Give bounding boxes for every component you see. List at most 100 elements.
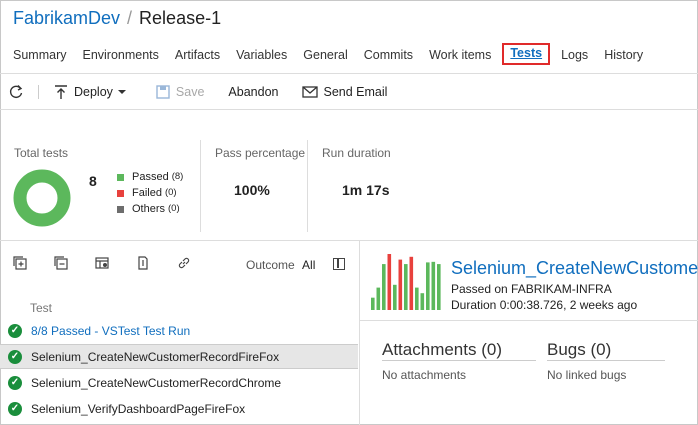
history-bar[interactable] <box>404 264 408 310</box>
pane-splitter[interactable] <box>359 240 360 425</box>
history-bar[interactable] <box>382 264 386 310</box>
project-link[interactable]: FabrikamDev <box>13 8 120 29</box>
link-icon[interactable] <box>177 256 191 270</box>
save-icon <box>156 85 170 99</box>
legend-passed: Passed (8) <box>117 169 183 185</box>
test-name: Selenium_VerifyDashboardPageFireFox <box>31 401 246 416</box>
tab-work-items[interactable]: Work items <box>424 45 496 65</box>
test-run-group-label: 8/8 Passed - VSTest Test Run <box>31 323 191 338</box>
export-icon[interactable] <box>136 256 150 270</box>
bugs-header: Bugs (0) <box>547 340 612 359</box>
toolbar: Deploy Save Abandon Send Email <box>8 84 387 100</box>
history-bar[interactable] <box>426 262 430 310</box>
history-bar[interactable] <box>393 284 397 310</box>
tab-summary[interactable]: Summary <box>8 45 71 65</box>
failed-count: (0) <box>164 187 177 198</box>
caret-down-icon <box>117 90 126 94</box>
history-bar[interactable] <box>420 293 425 310</box>
history-bar[interactable] <box>431 261 436 310</box>
others-label: Others <box>132 203 166 215</box>
attachments-header: Attachments (0) <box>382 340 502 359</box>
deploy-label: Deploy <box>74 85 113 99</box>
test-row-selected[interactable]: ✓ Selenium_CreateNewCustomerRecordFireFo… <box>0 344 358 369</box>
tabs-divider <box>0 73 698 74</box>
details-pane-toggle-icon[interactable] <box>333 258 345 270</box>
passed-swatch <box>117 173 124 181</box>
test-row[interactable]: ✓ Selenium_VerifyDashboardPageFireFox <box>0 396 358 421</box>
summary-divider-bottom <box>0 240 698 241</box>
history-bar[interactable] <box>409 256 414 310</box>
tab-artifacts[interactable]: Artifacts <box>170 45 225 65</box>
save-button[interactable]: Save <box>155 85 205 99</box>
breadcrumb-separator: / <box>127 8 133 28</box>
summary-divider <box>307 140 308 232</box>
outcome-filter-label: Outcome <box>246 258 295 272</box>
tab-variables[interactable]: Variables <box>231 45 292 65</box>
passed-label: Passed <box>132 171 169 183</box>
test-name: Selenium_CreateNewCustomerRecordChrome <box>31 375 282 390</box>
abandon-button[interactable]: Abandon <box>228 85 278 99</box>
abandon-label: Abandon <box>228 85 279 99</box>
refresh-icon <box>9 85 23 99</box>
history-bar[interactable] <box>415 287 419 310</box>
others-swatch <box>117 205 124 213</box>
history-bar[interactable] <box>376 287 381 310</box>
pass-percentage-value: 100% <box>234 182 270 198</box>
passed-count: (8) <box>171 171 184 182</box>
collapse-all-icon[interactable] <box>54 256 68 270</box>
passed-check-icon: ✓ <box>8 323 22 338</box>
test-history-chart <box>371 254 441 310</box>
deploy-button[interactable]: Deploy <box>53 84 127 100</box>
outcome-legend: Passed (8) Failed (0) Others (0) <box>117 169 183 217</box>
save-label: Save <box>175 85 205 99</box>
send-email-label: Send Email <box>323 85 388 99</box>
history-bar[interactable] <box>437 264 441 310</box>
history-bar[interactable] <box>387 254 392 310</box>
tab-history[interactable]: History <box>599 45 648 65</box>
breadcrumb: FabrikamDev / Release-1 <box>13 8 221 29</box>
tab-commits[interactable]: Commits <box>359 45 418 65</box>
release-tabs: Summary Environments Artifacts Variables… <box>8 43 654 65</box>
failed-label: Failed <box>132 187 162 199</box>
pass-percentage-label: Pass percentage <box>215 146 306 160</box>
toolbar-separator <box>38 85 39 99</box>
release-title: Release-1 <box>139 8 222 28</box>
history-bar[interactable] <box>371 297 375 310</box>
selected-test-status: Passed on FABRIKAM-INFRA <box>451 282 612 296</box>
refresh-button[interactable] <box>8 84 24 100</box>
passed-check-icon: ✓ <box>8 401 22 416</box>
total-tests-value: 8 <box>89 173 97 189</box>
summary-divider <box>200 140 201 232</box>
toolbar-divider <box>0 109 698 110</box>
tab-logs[interactable]: Logs <box>556 45 593 65</box>
deploy-icon <box>55 85 67 99</box>
test-name: Selenium_CreateNewCustomerRecordFireFox <box>31 349 280 364</box>
run-duration-value: 1m 17s <box>342 182 390 198</box>
tab-general[interactable]: General <box>298 45 352 65</box>
test-row[interactable]: ✓ Selenium_CreateNewCustomerRecordChrome <box>0 370 358 395</box>
outcome-filter-value: All <box>302 258 316 272</box>
legend-failed: Failed (0) <box>117 185 183 201</box>
selected-test-title[interactable]: Selenium_CreateNewCustomerRecordFireFox <box>451 258 698 279</box>
total-tests-label: Total tests <box>14 146 69 160</box>
history-bar[interactable] <box>398 259 403 310</box>
legend-others: Others (0) <box>117 201 183 217</box>
details-divider <box>360 320 698 321</box>
column-options-icon[interactable] <box>95 256 109 270</box>
bugs-underline <box>547 360 665 361</box>
attachments-underline <box>382 360 536 361</box>
test-run-group-row[interactable]: ✓ 8/8 Passed - VSTest Test Run <box>0 318 358 343</box>
selected-test-duration: Duration 0:00:38.726, 2 weeks ago <box>451 298 638 312</box>
test-list-toolbar <box>13 256 218 270</box>
outcome-filter[interactable]: Outcome All <box>246 258 315 272</box>
run-duration-label: Run duration <box>322 146 391 160</box>
tab-environments[interactable]: Environments <box>77 45 163 65</box>
expand-all-icon[interactable] <box>13 256 27 270</box>
tab-tests[interactable]: Tests <box>502 43 551 65</box>
send-email-button[interactable]: Send Email <box>302 85 387 99</box>
outcome-donut-chart <box>13 169 71 227</box>
test-column-header[interactable]: Test <box>30 301 52 315</box>
failed-swatch <box>117 189 124 197</box>
bugs-empty-text: No linked bugs <box>547 368 627 382</box>
attachments-empty-text: No attachments <box>382 368 467 382</box>
